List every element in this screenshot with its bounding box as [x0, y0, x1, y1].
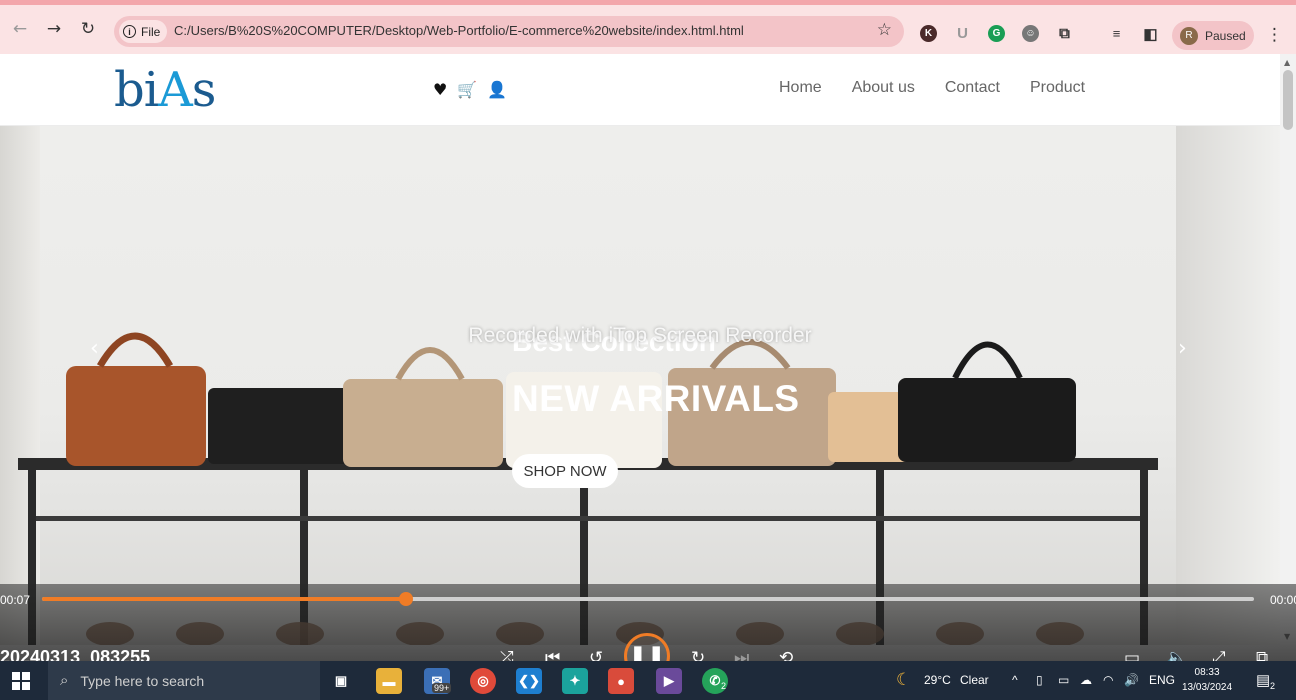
logo-suffix: s: [191, 62, 217, 118]
weather-moon-icon: ☾: [896, 670, 912, 689]
reload-icon[interactable]: ↻: [78, 19, 98, 39]
seek-handle[interactable]: [398, 592, 413, 606]
site-header: biAs ♥ 🛒 👤 Home About us Contact Product: [0, 54, 1280, 126]
cart-icon[interactable]: 🛒: [457, 80, 477, 99]
media-player-icon[interactable]: ▶: [656, 668, 682, 694]
profile-button[interactable]: R Paused: [1172, 21, 1254, 50]
temperature[interactable]: 29°C: [924, 673, 951, 687]
site-info-chip[interactable]: i File: [119, 20, 168, 43]
notifications-icon[interactable]: ▤: [1256, 671, 1270, 689]
search-icon: ⌕: [60, 672, 69, 689]
site-nav: Home About us Contact Product: [779, 79, 1085, 97]
info-icon: i: [123, 25, 136, 38]
player-controls: 00:07 00:00 20240313_083255 ⤮ ⏮ ↺ ❚❚ ↻ ⏭…: [0, 584, 1296, 679]
screen: ← → ↻ i File C:/Users/B%20S%20COMPUTER/D…: [0, 0, 1296, 700]
extensions-puzzle-icon[interactable]: ⧉: [1056, 25, 1073, 42]
seek-bar[interactable]: [42, 592, 1254, 606]
battery-icon[interactable]: ▭: [1058, 673, 1069, 687]
system-clock[interactable]: 08:33 13/03/2024: [1182, 665, 1232, 695]
weather-condition[interactable]: Clear: [960, 673, 989, 687]
taskbar-search[interactable]: ⌕ Type here to search: [48, 661, 320, 700]
file-explorer-icon[interactable]: ▬: [376, 668, 402, 694]
bag-taupe: [343, 379, 503, 467]
media-control-icon[interactable]: ≡: [1108, 25, 1125, 42]
page-scrollbar[interactable]: ▲ ▼: [1280, 54, 1296, 645]
whatsapp-badge: 2: [721, 681, 727, 691]
forward-icon[interactable]: →: [44, 19, 64, 39]
back-icon[interactable]: ←: [10, 19, 30, 39]
nav-about[interactable]: About us: [852, 79, 915, 97]
hero-title: NEW ARRIVALS: [512, 378, 800, 419]
url-text[interactable]: C:/Users/B%20S%20COMPUTER/Desktop/Web-Po…: [174, 23, 744, 38]
extension-robot-icon[interactable]: ☺: [1022, 25, 1039, 42]
language-indicator[interactable]: ENG: [1149, 673, 1175, 687]
browser-menu-icon[interactable]: ⋮: [1266, 25, 1283, 45]
site-logo[interactable]: biAs: [114, 62, 217, 118]
mail-badge: 99+: [432, 683, 452, 693]
user-icon[interactable]: 👤: [487, 80, 507, 99]
nav-product[interactable]: Product: [1030, 79, 1085, 97]
grammarly-icon[interactable]: G: [988, 25, 1005, 42]
avatar: R: [1180, 26, 1198, 45]
profile-status: Paused: [1205, 28, 1246, 43]
clock-time: 08:33: [1194, 667, 1220, 678]
speaker-icon[interactable]: 🔊: [1124, 673, 1139, 687]
file-chip-label: File: [141, 24, 161, 39]
app-icon[interactable]: ✦: [562, 668, 588, 694]
clock-date: 13/03/2024: [1182, 682, 1233, 693]
vscode-icon[interactable]: ❮❯: [516, 668, 542, 694]
scroll-up-icon[interactable]: ▲: [1284, 58, 1290, 67]
bookmark-star-icon[interactable]: ☆: [877, 20, 892, 40]
bag-black: [898, 378, 1076, 462]
logo-prefix: bi: [114, 62, 159, 118]
nav-contact[interactable]: Contact: [945, 79, 1000, 97]
scroll-thumb[interactable]: [1283, 70, 1293, 130]
recorder-watermark: Recorded with iTop Screen Recorder: [468, 324, 812, 347]
chrome-icon[interactable]: ◎: [470, 668, 496, 694]
bag-black-quilted: [208, 388, 360, 464]
tray-device-icon[interactable]: ▯: [1036, 673, 1043, 687]
seek-progress: [42, 597, 406, 601]
side-panel-icon[interactable]: ◧: [1142, 25, 1159, 43]
address-bar[interactable]: i File C:/Users/B%20S%20COMPUTER/Desktop…: [114, 16, 904, 47]
screen-recorder-icon[interactable]: ●: [608, 668, 634, 694]
bag-brown: [66, 366, 206, 466]
header-icons: ♥ 🛒 👤: [433, 80, 507, 99]
search-placeholder: Type here to search: [80, 672, 205, 689]
table-rail: [36, 516, 1140, 521]
browser-toolbar: ← → ↻ i File C:/Users/B%20S%20COMPUTER/D…: [0, 0, 1296, 54]
hero-carousel: ‹ › Best Collection NEW ARRIVALS SHOP NO…: [0, 126, 1280, 645]
wifi-icon[interactable]: ◠: [1103, 673, 1113, 687]
windows-taskbar: ⌕ Type here to search ▣ ▬ ✉ 99+ ◎ ❮❯ ✦ ●…: [0, 661, 1296, 700]
shop-now-button[interactable]: SHOP NOW: [512, 454, 618, 488]
total-time: 00:00: [1270, 593, 1296, 607]
extension-u-icon[interactable]: U: [954, 25, 971, 42]
tray-chevron-icon[interactable]: ^: [1012, 673, 1018, 687]
elapsed-time: 00:07: [0, 593, 31, 607]
web-page: biAs ♥ 🛒 👤 Home About us Contact Product: [0, 54, 1280, 645]
task-view-icon[interactable]: ▣: [328, 668, 354, 694]
start-icon[interactable]: [12, 672, 30, 690]
cloud-icon[interactable]: ☁: [1080, 673, 1092, 687]
notification-badge: 2: [1270, 681, 1276, 691]
heart-icon[interactable]: ♥: [433, 80, 447, 99]
extension-k-icon[interactable]: K: [920, 25, 937, 42]
logo-accent: A: [158, 62, 193, 118]
nav-home[interactable]: Home: [779, 79, 822, 97]
